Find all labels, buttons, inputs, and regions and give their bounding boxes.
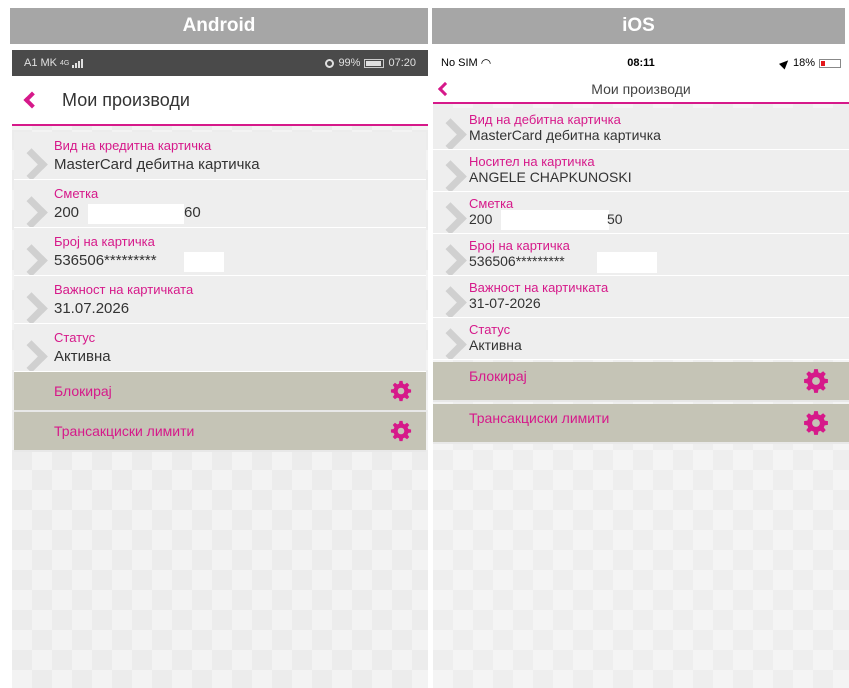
battery-icon — [364, 58, 385, 68]
expiry-label: Важност на картичката — [469, 280, 609, 295]
chevron-decoration-icon — [16, 149, 42, 175]
status-value: Активна — [54, 348, 111, 365]
card-type-label: Вид на дебитна картичка — [469, 112, 621, 127]
card-type-row: Вид на дебитна картичка MasterCard дебит… — [433, 108, 849, 150]
redaction-mask — [88, 204, 184, 224]
android-card-details: Вид на кредитна картичка MasterCard деби… — [14, 132, 426, 452]
card-type-row: Вид на кредитна картичка MasterCard деби… — [14, 132, 426, 180]
ios-card-details: Вид на дебитна картичка MasterCard дебит… — [433, 108, 849, 444]
back-button[interactable] — [12, 91, 52, 109]
transaction-limits-label: Трансакциски лимити — [469, 410, 610, 426]
account-label: Сметка — [469, 196, 514, 211]
chevron-decoration-icon — [435, 119, 461, 145]
card-type-value: MasterCard дебитна картичка — [469, 127, 661, 143]
wifi-icon: ◠ — [480, 56, 492, 70]
chevron-decoration-icon — [435, 329, 461, 355]
android-status-bar: A1 MK 4G 99% 07:20 — [12, 50, 428, 76]
expiry-row: Важност на картичката 31-07-2026 — [433, 276, 849, 318]
account-label: Сметка — [54, 186, 99, 201]
gear-icon — [390, 380, 412, 402]
block-card-label: Блокирај — [54, 383, 112, 399]
page-title: Мои производи — [591, 81, 691, 97]
cardholder-row: Носител на картичка ANGELE CHAPKUNOSKI — [433, 150, 849, 192]
battery-percent: 99% — [338, 57, 361, 69]
battery-percent: 18% — [792, 57, 815, 69]
transaction-limits-button[interactable]: Трансакциски лимити — [433, 404, 849, 444]
card-type-label: Вид на кредитна картичка — [54, 138, 212, 153]
android-screen: A1 MK 4G 99% 07:20 Мои производи Вид на … — [12, 50, 428, 688]
transaction-limits-button[interactable]: Трансакциски лимити — [14, 412, 426, 452]
cardholder-value: ANGELE CHAPKUNOSKI — [469, 169, 632, 185]
gear-icon — [803, 410, 829, 436]
account-row: Сметка 200 50 — [433, 192, 849, 234]
account-value-end: 50 — [607, 211, 623, 227]
account-value-start: 200 — [54, 204, 80, 221]
gear-icon — [803, 368, 829, 394]
card-number-value: 536506********* — [469, 253, 565, 269]
account-value-start: 200 — [469, 211, 493, 227]
chevron-decoration-icon — [435, 287, 461, 313]
status-row: Статус Активна — [14, 324, 426, 372]
chevron-decoration-icon — [435, 203, 461, 229]
card-number-value: 536506********* — [54, 252, 157, 269]
clock: 07:20 — [388, 57, 416, 69]
status-label: Статус — [54, 330, 96, 345]
chevron-decoration-icon — [435, 161, 461, 187]
redaction-mask — [184, 252, 224, 272]
carrier-label: A1 MK — [24, 57, 58, 69]
chevron-decoration-icon — [435, 245, 461, 271]
card-number-label: Број на картичка — [54, 234, 155, 249]
android-header: Android — [10, 8, 428, 44]
account-value-end: 60 — [184, 204, 201, 221]
chevron-left-icon — [437, 81, 453, 97]
status-label: Статус — [469, 322, 511, 337]
expiry-value: 31.07.2026 — [54, 300, 130, 317]
ios-screen: No SIM ◠ 08:11 18% Мои производи Вид на … — [433, 50, 849, 688]
carrier-label: No SIM — [441, 57, 478, 69]
chevron-decoration-icon — [16, 197, 42, 223]
alarm-icon — [325, 58, 335, 68]
card-number-row: Број на картичка 536506********* — [433, 234, 849, 276]
battery-icon — [818, 58, 841, 68]
block-card-button[interactable]: Блокирај — [433, 362, 849, 402]
ios-nav-bar: Мои производи — [433, 76, 849, 104]
transaction-limits-label: Трансакциски лимити — [54, 423, 195, 439]
network-label: 4G — [60, 59, 70, 67]
block-card-button[interactable]: Блокирај — [14, 372, 426, 412]
status-value: Активна — [469, 337, 522, 353]
chevron-decoration-icon — [16, 293, 42, 319]
ios-header: iOS — [432, 8, 845, 44]
gear-icon — [390, 420, 412, 442]
chevron-left-icon — [23, 91, 41, 109]
location-icon — [778, 56, 791, 70]
back-button[interactable] — [433, 81, 457, 97]
cardholder-label: Носител на картичка — [469, 154, 595, 169]
android-nav-bar: Мои производи — [12, 76, 428, 126]
account-row: Сметка 200 60 — [14, 180, 426, 228]
card-number-row: Број на картичка 536506********* — [14, 228, 426, 276]
expiry-row: Важност на картичката 31.07.2026 — [14, 276, 426, 324]
card-type-value: MasterCard дебитна картичка — [54, 156, 260, 173]
expiry-label: Важност на картичката — [54, 282, 194, 297]
redaction-mask — [597, 252, 657, 273]
chevron-decoration-icon — [16, 341, 42, 367]
expiry-value: 31-07-2026 — [469, 295, 541, 311]
redaction-mask — [501, 210, 609, 230]
signal-icon — [72, 58, 84, 68]
chevron-decoration-icon — [16, 245, 42, 271]
block-card-label: Блокирај — [469, 368, 527, 384]
status-row: Статус Активна — [433, 318, 849, 360]
card-number-label: Број на картичка — [469, 238, 570, 253]
clock: 08:11 — [627, 57, 655, 69]
ios-status-bar: No SIM ◠ 08:11 18% — [433, 50, 849, 76]
page-title: Мои производи — [62, 89, 190, 110]
